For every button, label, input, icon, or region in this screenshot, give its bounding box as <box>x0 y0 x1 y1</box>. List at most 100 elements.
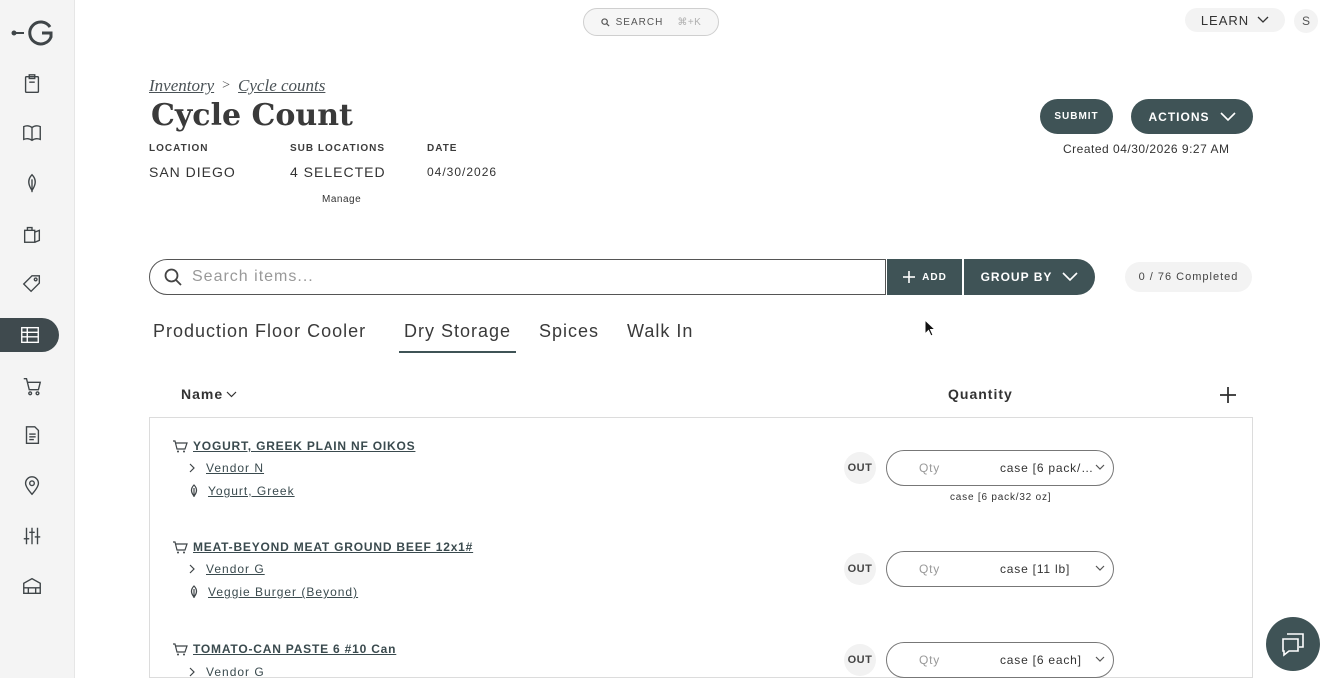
leaf-icon[interactable] <box>17 168 47 198</box>
warehouse-icon[interactable] <box>17 571 47 601</box>
ingredient-link[interactable]: Veggie Burger (Beyond) <box>208 585 358 599</box>
document-icon[interactable] <box>17 420 47 450</box>
ingredient-link[interactable]: Yogurt, Greek <box>208 484 295 498</box>
date-label: DATE <box>427 143 458 154</box>
qty-placeholder: Qty <box>919 653 941 667</box>
vendor-link[interactable]: Vendor G <box>206 665 265 678</box>
status-badge: OUT <box>844 644 876 676</box>
quantity-input[interactable]: Qty case [6 each] <box>886 642 1114 678</box>
ingredient-line[interactable]: Yogurt, Greek <box>188 484 295 498</box>
chevron-down-icon <box>1219 111 1236 121</box>
vendor-line[interactable]: Vendor G <box>188 562 265 576</box>
item-search-box <box>149 259 886 295</box>
global-search-label: SEARCH <box>615 16 664 28</box>
item-name-link[interactable]: MEAT-BEYOND MEAT GROUND BEEF 12x1# <box>193 540 473 554</box>
bag-icon[interactable] <box>17 219 47 249</box>
global-search-button[interactable]: SEARCH ⌘+K <box>583 8 719 36</box>
tab-spices[interactable]: Spices <box>539 321 599 342</box>
leaf-icon <box>190 585 198 598</box>
breadcrumb-separator: > <box>222 78 231 93</box>
date-value: 04/30/2026 <box>427 165 498 179</box>
chevron-right-icon <box>189 564 195 574</box>
manage-sublocations-link[interactable]: Manage <box>322 194 361 205</box>
chevron-down-icon <box>1095 464 1105 470</box>
column-header-name[interactable]: Name <box>181 386 237 402</box>
quantity-input[interactable]: Qty case [6 pack/32 oz] <box>886 450 1114 486</box>
brand-logo-icon[interactable] <box>10 18 56 48</box>
leaf-icon <box>190 484 198 497</box>
book-icon[interactable] <box>17 118 47 148</box>
item-name-link[interactable]: YOGURT, GREEK PLAIN NF OIKOS <box>193 439 415 453</box>
cart-icon[interactable] <box>17 371 47 401</box>
table-row: YOGURT, GREEK PLAIN NF OIKOS Vendor N Yo… <box>149 418 1253 520</box>
location-icon[interactable] <box>17 471 47 501</box>
table-row: MEAT-BEYOND MEAT GROUND BEEF 12x1# Vendo… <box>149 519 1253 621</box>
actions-label: ACTIONS <box>1148 109 1210 124</box>
unit-select[interactable]: case [6 each] <box>1000 653 1095 667</box>
column-header-quantity: Quantity <box>948 386 1013 402</box>
cart-icon <box>173 541 188 554</box>
tab-dry-storage[interactable]: Dry Storage <box>399 321 517 353</box>
sliders-icon[interactable] <box>17 521 47 551</box>
plus-icon <box>903 271 916 283</box>
sublocations-label: SUB LOCATIONS <box>290 143 386 154</box>
breadcrumb-inventory-link[interactable]: Inventory <box>149 76 214 96</box>
chevron-down-icon <box>1062 272 1078 282</box>
chat-support-button[interactable] <box>1266 617 1320 671</box>
actions-button[interactable]: ACTIONS <box>1131 99 1253 134</box>
chevron-down-icon <box>1095 565 1105 571</box>
unit-select[interactable]: case [11 lb] <box>1000 562 1095 576</box>
column-name-label: Name <box>181 386 224 402</box>
completed-count-badge: 0 / 76 Completed <box>1125 262 1252 292</box>
chevron-right-icon <box>189 463 195 473</box>
location-value: SAN DIEGO <box>149 164 236 180</box>
chevron-down-icon <box>1257 16 1269 23</box>
learn-label: LEARN <box>1200 12 1250 28</box>
add-label: ADD <box>922 271 947 283</box>
group-by-label: GROUP BY <box>980 270 1053 284</box>
search-shortcut: ⌘+K <box>677 16 702 28</box>
cart-icon <box>173 440 188 453</box>
unit-select[interactable]: case [6 pack/32 oz] <box>1000 461 1095 475</box>
sidebar <box>0 0 75 678</box>
group-by-button[interactable]: GROUP BY <box>964 259 1095 295</box>
add-item-button[interactable]: ADD <box>887 259 962 295</box>
qty-placeholder: Qty <box>919 461 941 475</box>
mouse-cursor-icon <box>924 319 936 337</box>
tab-production-floor-cooler[interactable]: Production Floor Cooler <box>153 321 366 342</box>
learn-menu-button[interactable]: LEARN <box>1185 8 1285 32</box>
add-column-icon[interactable] <box>1216 383 1240 407</box>
sort-chevron-icon <box>226 391 237 397</box>
cart-icon <box>173 643 188 656</box>
qty-placeholder: Qty <box>919 562 941 576</box>
status-badge: OUT <box>844 452 876 484</box>
status-badge: OUT <box>844 553 876 585</box>
breadcrumb: Inventory > Cycle counts <box>149 76 325 96</box>
chevron-right-icon <box>189 667 195 677</box>
chat-icon <box>1282 633 1304 657</box>
unit-note: case [6 pack/32 oz] <box>950 492 1052 503</box>
search-icon <box>600 17 610 27</box>
vendor-link[interactable]: Vendor N <box>206 461 264 475</box>
inventory-icon[interactable] <box>0 318 59 352</box>
submit-button[interactable]: SUBMIT <box>1040 99 1113 134</box>
vendor-link[interactable]: Vendor G <box>206 562 265 576</box>
vendor-line[interactable]: Vendor N <box>188 461 264 475</box>
item-name-link[interactable]: TOMATO-CAN PASTE 6 #10 Can <box>193 642 396 656</box>
ingredient-line[interactable]: Veggie Burger (Beyond) <box>188 585 358 599</box>
location-label: LOCATION <box>149 143 209 154</box>
tag-icon[interactable] <box>17 269 47 299</box>
sublocations-value: 4 SELECTED <box>290 164 386 180</box>
tab-walk-in[interactable]: Walk In <box>627 321 693 342</box>
breadcrumb-cycle-counts-link[interactable]: Cycle counts <box>238 76 325 96</box>
avatar[interactable]: S <box>1294 9 1318 33</box>
quantity-input[interactable]: Qty case [11 lb] <box>886 551 1114 587</box>
search-icon <box>164 268 182 286</box>
chevron-down-icon <box>1095 656 1105 662</box>
table-row: TOMATO-CAN PASTE 6 #10 Can Vendor G OUT … <box>149 620 1253 678</box>
clipboard-icon[interactable] <box>17 69 47 99</box>
vendor-line[interactable]: Vendor G <box>188 665 265 678</box>
created-timestamp: Created 04/30/2026 9:27 AM <box>1063 142 1230 156</box>
page-title: Cycle Count <box>151 98 353 133</box>
item-search-input[interactable] <box>192 268 852 286</box>
